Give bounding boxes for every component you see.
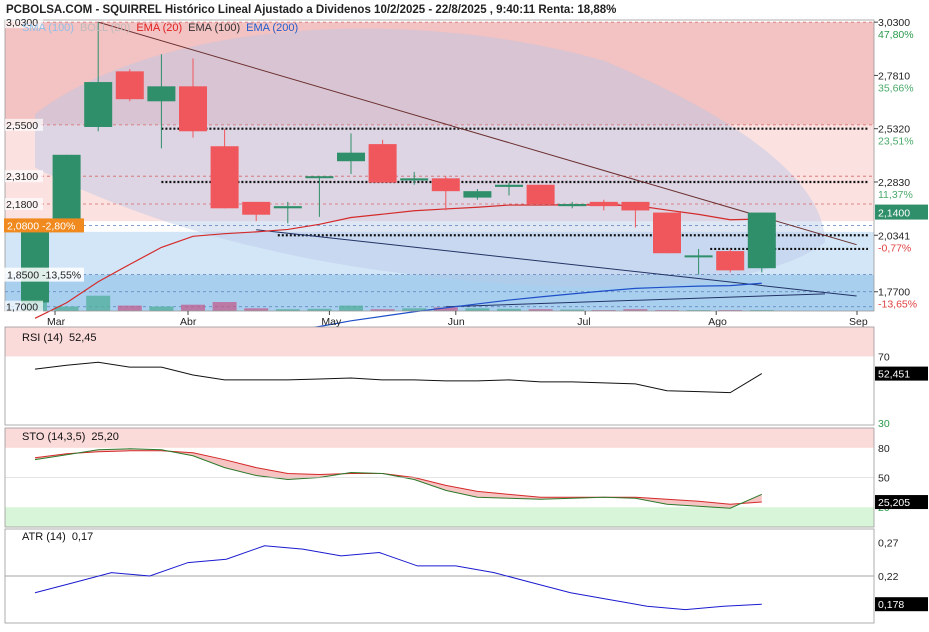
candle-body [368, 144, 397, 183]
candle-body [400, 178, 429, 181]
candle-body [589, 201, 618, 207]
rsi-overbought-zone [5, 327, 874, 357]
candle-body [179, 86, 207, 132]
sto-overbought-zone [5, 428, 874, 448]
left-tick-label: 1,7000 [6, 302, 38, 314]
sto-tick-50: 50 [878, 473, 890, 485]
chart-canvas: 3,0300 2,5500 2,3100 2,1800 1,7000 2,0800 -2,… [4, 16, 928, 624]
rsi-label: RSI (14) [22, 332, 63, 344]
legend-sma: SMA (100) [22, 22, 74, 34]
right-tick-label: 2,2830 [878, 177, 910, 189]
right-tick-pct: -0,77% [878, 242, 911, 254]
right-tick-pct: 47,80% [878, 29, 914, 41]
candle-body [210, 146, 239, 209]
atr-tick-022: 0,22 [878, 571, 899, 583]
candle-body [747, 212, 776, 269]
candle-body [305, 176, 334, 179]
candle-body [337, 152, 365, 162]
indicator-legend: SMA (100) BOLL (20) EMA (20) EMA (100) EMA (… [22, 22, 304, 34]
atr-label: ATR (14) [22, 531, 66, 543]
left-tick-label: 2,5500 [6, 120, 38, 132]
candle-body [242, 201, 271, 215]
legend-ema200: EMA (200) [246, 22, 299, 34]
last-price-label: 2,1400 [878, 208, 910, 220]
atr-title: ATR (14) 0,17 [22, 531, 93, 543]
month-label: Sep [849, 316, 868, 328]
right-tick-pct: -13,65% [878, 299, 917, 311]
volume-bar [86, 295, 111, 311]
volume-bar [181, 304, 205, 311]
left-tick-label: 2,3100 [6, 171, 38, 183]
month-label: Abr [180, 316, 197, 328]
volume-bar [244, 308, 269, 311]
sto-last-label: 25,205 [878, 497, 910, 509]
candle-body [431, 178, 460, 192]
ref-price-label: 2,0800 -2,80% [7, 220, 75, 232]
chart-title: PCBOLSA.COM - SQUIRREL Histórico Lineal … [6, 4, 617, 16]
candle-body [526, 184, 555, 205]
rsi-title: RSI (14) 52,45 [22, 332, 97, 344]
legend-ema20: EMA (20) [136, 22, 183, 34]
atr-value: 0,17 [71, 531, 94, 543]
candle-body [84, 82, 113, 127]
sto-tick-80: 80 [878, 443, 890, 455]
left-tick-label: 2,1800 [6, 199, 38, 211]
month-label: Mar [47, 316, 66, 328]
right-tick-label: 2,7810 [878, 70, 910, 82]
candle-body [273, 206, 302, 209]
right-tick-label: 2,0341 [878, 230, 910, 242]
candle-body [463, 191, 492, 198]
candle-body [147, 86, 176, 102]
right-tick-label: 2,5320 [878, 124, 910, 136]
rsi-tick-70: 70 [878, 351, 890, 363]
atr-tick-027: 0,27 [878, 537, 899, 549]
sto-oversold-zone [5, 507, 874, 527]
month-label: May [321, 316, 342, 328]
rsi-last-label: 52,451 [878, 369, 910, 381]
sto-label: STO (14,3,5) [22, 431, 86, 443]
sto-value: 25,20 [91, 431, 119, 443]
candle-body [621, 201, 650, 211]
right-tick-pct: 23,51% [878, 136, 914, 148]
candle-body [653, 212, 681, 254]
candle-body [684, 255, 713, 258]
bottom-zone-band [5, 274, 874, 311]
month-label: Jun [448, 316, 465, 328]
volume-bar [117, 305, 142, 311]
right-tick-label: 3,0300 [878, 17, 910, 29]
rsi-tick-30: 30 [878, 418, 890, 430]
candle-body [52, 154, 81, 226]
candle-body [558, 204, 587, 207]
candle-body [21, 225, 49, 303]
volume-bar [465, 308, 490, 311]
rsi-value: 52,45 [68, 332, 97, 344]
right-tick-pct: 35,66% [878, 82, 914, 94]
atr-last-label: 0,178 [878, 599, 904, 611]
volume-bar [339, 305, 363, 311]
legend-ema100: EMA (100) [188, 22, 241, 34]
volume-bar [149, 306, 174, 311]
candle-body [495, 184, 523, 187]
legend-boll: BOLL (20) [79, 22, 131, 34]
month-label: Jul [577, 316, 590, 328]
low-price-label: 1,8500 -13,55% [7, 270, 81, 282]
right-tick-label: 1,7700 [878, 287, 910, 299]
candle-body [716, 251, 745, 271]
candle-body [115, 71, 144, 100]
volume-bar [212, 302, 237, 311]
sto-title: STO (14,3,5) 25,20 [22, 431, 119, 443]
month-label: Ago [708, 316, 727, 328]
right-tick-pct: 11,37% [878, 189, 913, 201]
